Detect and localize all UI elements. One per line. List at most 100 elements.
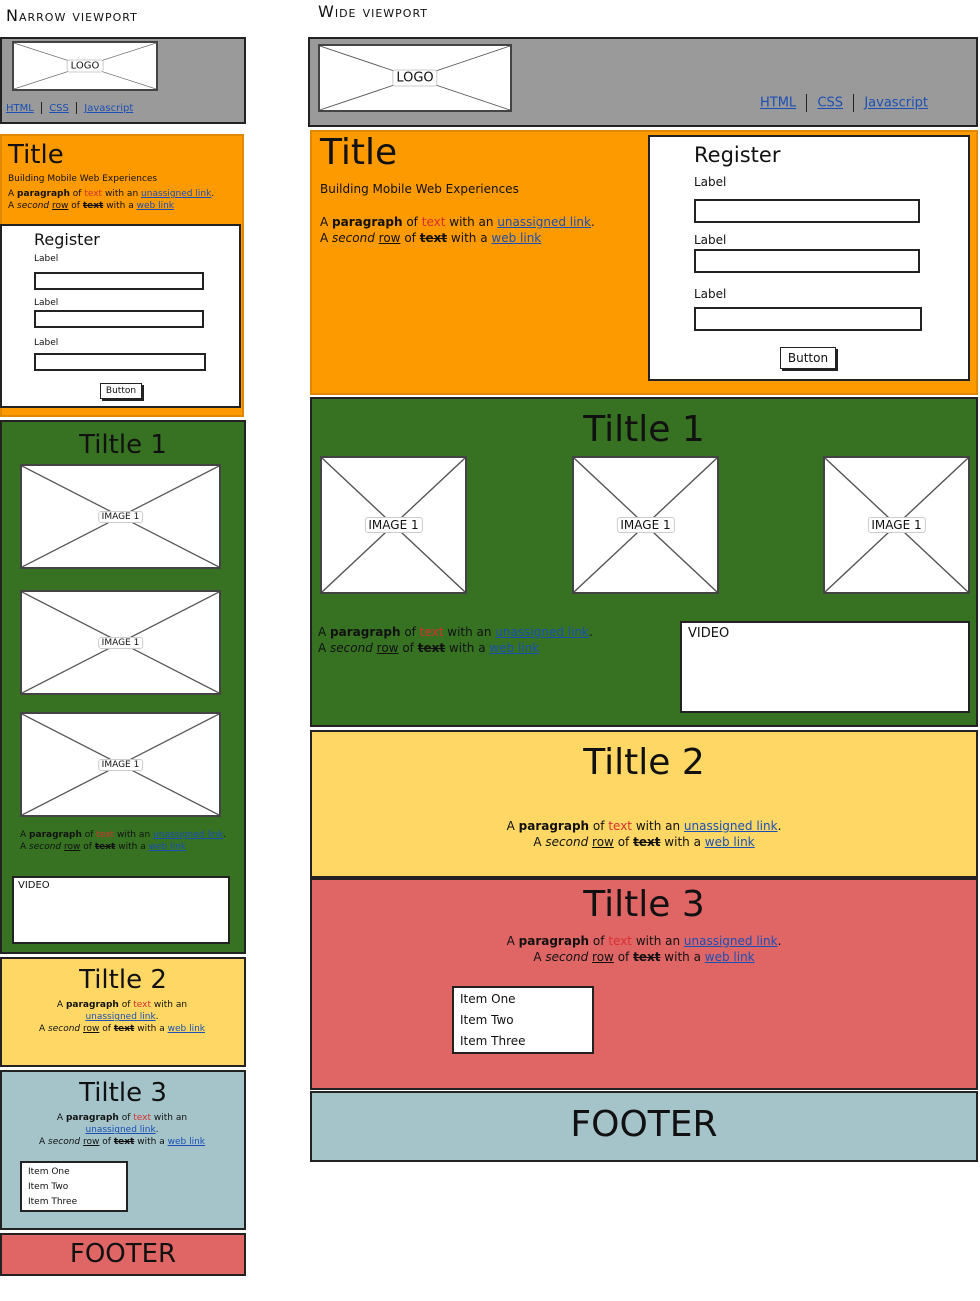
unassigned-link[interactable]: unassigned link [684,934,778,948]
unassigned-link[interactable]: unassigned link [497,215,591,229]
wide-section-3: Tiltle 3 A paragraph of text with an una… [310,878,978,1090]
text-input[interactable] [694,249,920,273]
section2-title: Tiltle 2 [583,742,705,783]
section1-title: Tiltle 1 [79,430,167,460]
wide-intro-paragraph: A paragraph of text with an unassigned l… [320,215,595,246]
narrow-nav: HTML CSS Javascript [6,102,133,114]
list-item[interactable]: Item Three [28,1195,120,1210]
register-title: Register [34,230,100,249]
narrow-wireframe: LOGO HTML CSS Javascript Title Building … [0,0,250,1301]
wide-header: LOGO HTML CSS Javascript [308,37,978,127]
nav-html-link[interactable]: HTML [760,96,796,111]
wide-section-2: Tiltle 2 A paragraph of text with an una… [310,730,978,878]
text-input[interactable] [694,307,922,331]
section2-paragraph: A paragraph of text with an unassigned l… [506,819,782,850]
wide-item-list: Item One Item Two Item Three [452,986,594,1054]
web-link[interactable]: web link [491,231,541,245]
unassigned-link[interactable]: unassigned link [85,1125,155,1135]
list-item[interactable]: Item Two [460,1010,586,1031]
narrow-intro-section: Title Building Mobile Web Experiences A … [0,134,244,417]
wide-intro-subtitle: Building Mobile Web Experiences [320,182,519,196]
narrow-section-3: Tiltle 3 A paragraph of text with an una… [0,1070,246,1230]
list-item[interactable]: Item Three [460,1031,586,1052]
nav-css-link[interactable]: CSS [49,103,69,114]
section3-title: Tiltle 3 [583,884,705,925]
unassigned-link[interactable]: unassigned link [153,830,223,840]
text-input[interactable] [34,310,204,328]
section1-title: Tiltle 1 [583,409,705,450]
narrow-header: LOGO HTML CSS Javascript [0,37,246,124]
narrow-footer: FOOTER [0,1233,246,1276]
narrow-image-placeholder: IMAGE 1 [20,712,221,817]
narrow-video-placeholder[interactable]: VIDEO [12,876,230,944]
wide-intro-title: Title [320,132,398,173]
wide-register-form: Register Label Label Label Button [648,135,970,381]
image-label: IMAGE 1 [364,517,423,533]
narrow-intro-paragraph: A paragraph of text with an unassigned l… [8,189,215,212]
narrow-section-1: Tiltle 1 IMAGE 1 IMAGE 1 IMAGE 1 A parag… [0,420,246,954]
text-input[interactable] [34,272,204,290]
narrow-register-form: Register Label Label Label Button [0,224,241,408]
footer-label: FOOTER [570,1104,718,1145]
footer-label: FOOTER [69,1239,177,1269]
wide-footer: FOOTER [310,1091,978,1162]
narrow-logo-image: LOGO [12,41,158,91]
web-link[interactable]: web link [489,641,539,655]
web-link[interactable]: web link [137,201,174,211]
narrow-image-placeholder: IMAGE 1 [20,590,221,695]
unassigned-link[interactable]: unassigned link [684,819,778,833]
web-link[interactable]: web link [705,835,755,849]
wide-image-placeholder: IMAGE 1 [320,456,467,594]
image-label: IMAGE 1 [97,758,144,771]
unassigned-link[interactable]: unassigned link [141,189,211,199]
narrow-image-placeholder: IMAGE 1 [20,464,221,569]
section3-title: Tiltle 3 [79,1078,167,1108]
nav-javascript-link[interactable]: Javascript [864,96,928,111]
unassigned-link[interactable]: unassigned link [85,1012,155,1022]
web-link[interactable]: web link [168,1024,205,1034]
nav-javascript-link[interactable]: Javascript [84,103,133,114]
text-input[interactable] [34,353,206,371]
image-label: IMAGE 1 [616,517,675,533]
section2-paragraph: A paragraph of text with an unassigned l… [39,1000,205,1035]
image-label: IMAGE 1 [867,517,926,533]
narrow-intro-subtitle: Building Mobile Web Experiences [8,174,158,184]
logo-label: LOGO [66,59,104,73]
narrow-item-list: Item One Item Two Item Three [20,1161,128,1212]
wide-image-placeholder: IMAGE 1 [823,456,970,594]
image-label: IMAGE 1 [97,510,144,523]
wide-wireframe: LOGO HTML CSS Javascript Title Building … [308,0,980,1301]
field-label: Label [694,287,727,301]
field-label: Label [694,175,727,189]
field-label: Label [694,233,727,247]
wide-section-1: Tiltle 1 IMAGE 1 IMAGE 1 IMAGE 1 A parag… [310,397,978,727]
list-item[interactable]: Item Two [28,1180,120,1195]
web-link[interactable]: web link [705,950,755,964]
section1-paragraph: A paragraph of text with an unassigned l… [20,830,227,853]
unassigned-link[interactable]: unassigned link [495,625,589,639]
list-item[interactable]: Item One [28,1165,120,1180]
wide-intro-section: Title Building Mobile Web Experiences A … [310,130,978,395]
web-link[interactable]: web link [149,842,186,852]
narrow-section-2: Tiltle 2 A paragraph of text with an una… [0,957,246,1067]
text-input[interactable] [694,199,920,223]
logo-label: LOGO [392,69,438,87]
section1-paragraph: A paragraph of text with an unassigned l… [318,625,593,656]
section3-paragraph: A paragraph of text with an unassigned l… [506,934,782,965]
field-label: Label [34,298,59,308]
video-label: VIDEO [688,626,730,641]
wide-nav: HTML CSS Javascript [760,94,928,112]
section3-paragraph: A paragraph of text with an unassigned l… [39,1113,205,1148]
field-label: Label [34,254,59,264]
register-button[interactable]: Button [780,347,836,369]
section2-title: Tiltle 2 [79,965,167,995]
narrow-intro-title: Title [8,140,64,170]
wide-video-placeholder[interactable]: VIDEO [680,621,970,713]
list-item[interactable]: Item One [460,989,586,1010]
nav-css-link[interactable]: CSS [817,96,843,111]
nav-html-link[interactable]: HTML [6,103,34,114]
video-label: VIDEO [18,880,50,891]
register-button[interactable]: Button [100,383,142,399]
wide-logo-image: LOGO [318,44,512,112]
web-link[interactable]: web link [168,1137,205,1147]
